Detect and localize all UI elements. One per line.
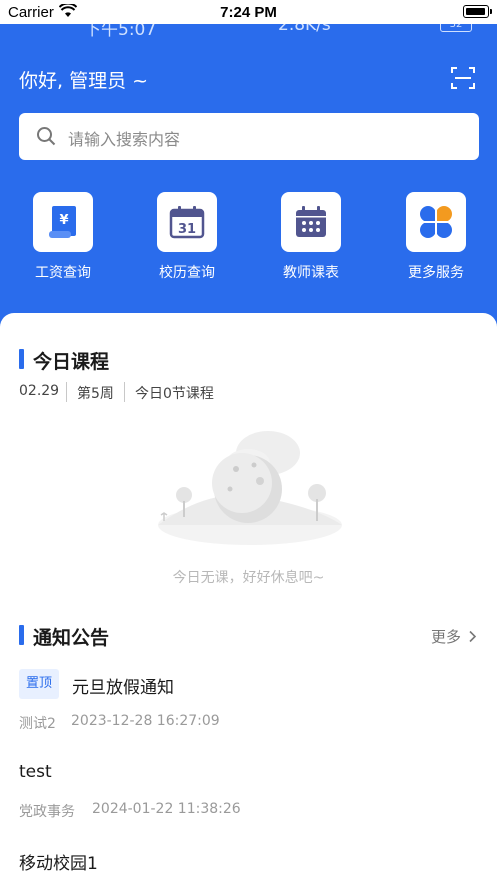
- timetable-icon: [281, 192, 341, 252]
- quick-action-label: 更多服务: [408, 265, 464, 281]
- quick-action-label: 教师课表: [283, 265, 339, 281]
- week-number: 第5周: [77, 386, 114, 402]
- notice-category: 党政事务: [19, 804, 75, 820]
- notices-more-link[interactable]: 更多: [431, 626, 477, 647]
- quick-action-label: 校历查询: [159, 265, 215, 281]
- notices-title: 通知公告: [33, 627, 110, 649]
- notice-title: test: [19, 762, 52, 782]
- svg-text:¥: ¥: [59, 213, 68, 228]
- divider: [66, 382, 67, 402]
- notice-time: 2024-01-22 11:38:26: [92, 801, 241, 817]
- content-card: [0, 313, 497, 883]
- search-input[interactable]: 请输入搜索内容: [19, 113, 479, 160]
- divider: [124, 382, 125, 402]
- quick-action-more-services[interactable]: 更多服务: [392, 192, 480, 282]
- search-icon: [37, 127, 56, 146]
- battery-icon: [463, 5, 492, 18]
- quick-action-calendar[interactable]: 31 校历查询: [143, 192, 231, 282]
- notice-time: 2023-12-28 16:27:09: [71, 713, 220, 729]
- scan-icon[interactable]: [451, 66, 475, 90]
- greeting[interactable]: 你好, 管理员 ~: [19, 66, 148, 93]
- quick-action-label: 工资查询: [35, 265, 91, 281]
- android-battery-icon: 32: [440, 24, 472, 32]
- today-courses-title: 今日课程: [33, 351, 110, 373]
- empty-message: 今日无课，好好休息吧~: [172, 570, 325, 586]
- svg-text:31: 31: [178, 222, 196, 237]
- course-count: 今日0节课程: [135, 386, 214, 402]
- notice-title: 移动校园1: [19, 854, 98, 874]
- android-network-speed: 2.8K/s: [278, 24, 331, 35]
- today-date: 02.29: [19, 383, 60, 399]
- ios-status-bar: Carrier 7:24 PM: [0, 0, 497, 24]
- notice-title: 元旦放假通知: [72, 678, 174, 698]
- android-time: 下午5:07: [84, 24, 157, 38]
- quick-action-timetable[interactable]: 教师课表: [267, 192, 355, 282]
- android-status-bar: 下午5:07 2.8K/s 32: [0, 24, 497, 38]
- section-marker: [19, 625, 24, 645]
- chevron-right-icon: [469, 630, 476, 643]
- quick-action-salary[interactable]: ¥ 工资查询: [19, 192, 107, 282]
- status-time: 7:24 PM: [220, 4, 277, 21]
- salary-icon: ¥: [33, 192, 93, 252]
- more-services-icon: [406, 192, 466, 252]
- calendar-icon: 31: [157, 192, 217, 252]
- section-marker: [19, 349, 24, 369]
- pinned-badge: 置顶: [19, 669, 60, 699]
- notice-category: 测试2: [19, 716, 56, 732]
- search-placeholder: 请输入搜索内容: [68, 130, 181, 149]
- more-label: 更多: [431, 628, 462, 646]
- empty-moon-illustration: [158, 431, 342, 545]
